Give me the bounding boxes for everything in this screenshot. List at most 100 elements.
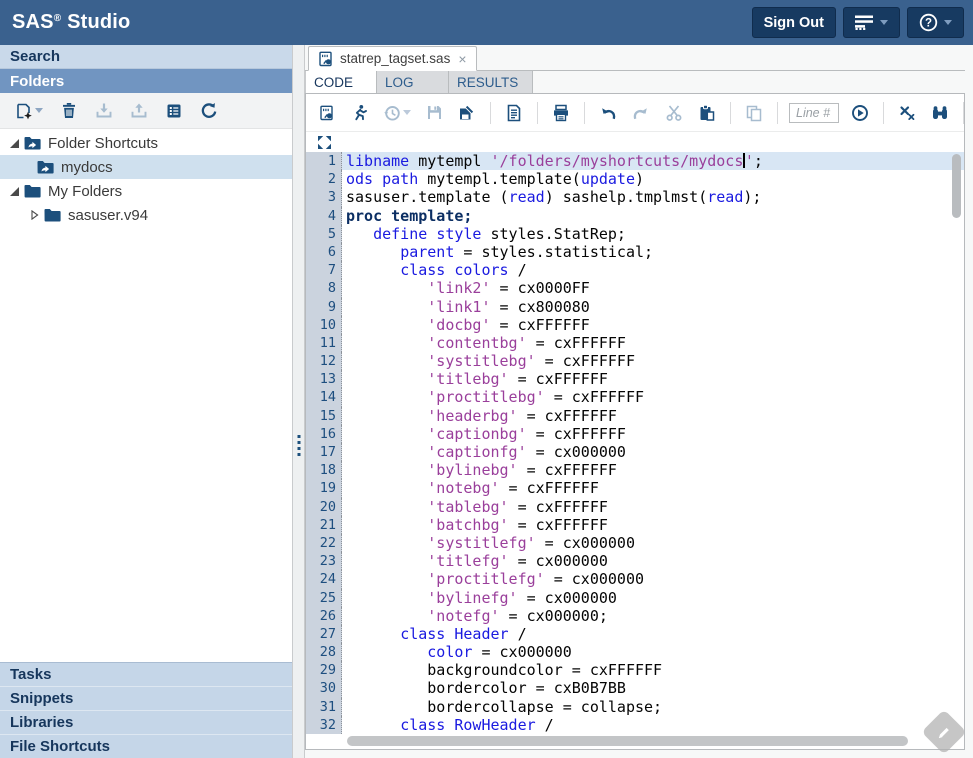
tab-log[interactable]: LOG	[377, 71, 449, 93]
properties-button[interactable]	[162, 100, 186, 122]
sas-program-button[interactable]	[316, 103, 338, 123]
code-line[interactable]: 21 'batchbg' = cxFFFFFF	[306, 516, 964, 534]
maximize-view-button[interactable]	[315, 134, 334, 151]
save-as-button[interactable]	[455, 102, 479, 124]
code-line[interactable]: 20 'tablebg' = cxFFFFFF	[306, 498, 964, 516]
copy-button[interactable]	[742, 102, 766, 124]
toolbar-separator	[537, 102, 538, 124]
tree-item-mydocs[interactable]: mydocs	[0, 155, 292, 179]
upload-button[interactable]	[127, 100, 151, 122]
code-line[interactable]: 30 bordercolor = cxB0B7BB	[306, 679, 964, 697]
code-line[interactable]: 14 'proctitlebg' = cxFFFFFF	[306, 388, 964, 406]
line-number: 31	[306, 698, 342, 716]
more-options-button[interactable]	[843, 7, 900, 38]
paste-icon	[698, 104, 716, 122]
code-line[interactable]: 10 'docbg' = cxFFFFFF	[306, 316, 964, 334]
code-editor[interactable]: 1libname mytempl '/folders/myshortcuts/m…	[306, 152, 964, 734]
code-line[interactable]: 1libname mytempl '/folders/myshortcuts/m…	[306, 152, 964, 170]
save-button[interactable]	[423, 102, 446, 123]
tab-results[interactable]: RESULTS	[449, 71, 533, 93]
download-button[interactable]	[92, 100, 116, 122]
code-line[interactable]: 8 'link2' = cx0000FF	[306, 279, 964, 297]
code-line[interactable]: 27 class Header /	[306, 625, 964, 643]
document-tabstrip: statrep_tagset.sas ×	[305, 45, 965, 71]
code-line[interactable]: 32 class RowHeader /	[306, 716, 964, 734]
print-button[interactable]	[549, 102, 573, 124]
code-line[interactable]: 16 'captionbg' = cxFFFFFF	[306, 425, 964, 443]
close-tab-icon[interactable]: ×	[458, 52, 466, 66]
document-tab[interactable]: statrep_tagset.sas ×	[308, 46, 477, 71]
panel-snippets[interactable]: Snippets	[0, 686, 292, 710]
horizontal-scrollbar-thumb[interactable]	[347, 736, 908, 746]
redo-button[interactable]	[629, 102, 653, 124]
paste-button[interactable]	[695, 102, 719, 124]
code-line[interactable]: 11 'contentbg' = cxFFFFFF	[306, 334, 964, 352]
folders-tree: Folder ShortcutsmydocsMy Folderssasuser.…	[0, 129, 292, 662]
undo-button[interactable]	[596, 102, 620, 124]
tree-item-sasuser-v94[interactable]: sasuser.v94	[0, 203, 292, 227]
code-line[interactable]: 22 'systitlefg' = cx000000	[306, 534, 964, 552]
tree-expanded-icon[interactable]	[8, 187, 21, 196]
code-line[interactable]: 2ods path mytempl.template(update)	[306, 170, 964, 188]
code-line[interactable]: 3sasuser.template (read) sashelp.tmplmst…	[306, 188, 964, 206]
refresh-button[interactable]	[197, 100, 221, 122]
history-button[interactable]	[380, 102, 414, 124]
code-line[interactable]: 4proc template;	[306, 207, 964, 225]
section-header-folders[interactable]: Folders	[0, 69, 292, 93]
clear-code-button[interactable]	[895, 102, 919, 124]
code-line-text: 'titlebg' = cxFFFFFF	[342, 370, 964, 388]
upload-icon	[130, 102, 148, 120]
section-header-search[interactable]: Search	[0, 45, 292, 69]
code-line[interactable]: 29 backgroundcolor = cxFFFFFF	[306, 661, 964, 679]
splitter-handle-icon[interactable]	[297, 435, 300, 456]
code-line[interactable]: 6 parent = styles.statistical;	[306, 243, 964, 261]
line-number-input[interactable]	[789, 103, 839, 123]
code-line[interactable]: 24 'proctitlefg' = cx000000	[306, 570, 964, 588]
folder-icon	[24, 184, 41, 198]
tab-code[interactable]: CODE	[305, 71, 377, 93]
line-number: 6	[306, 243, 342, 261]
cut-button[interactable]	[662, 102, 686, 124]
code-line[interactable]: 12 'systitlebg' = cxFFFFFF	[306, 352, 964, 370]
find-replace-button[interactable]	[928, 102, 952, 124]
delete-button[interactable]	[57, 100, 81, 122]
horizontal-scrollbar	[306, 734, 964, 749]
top-bar: SAS® Studio Sign Out ?	[0, 0, 973, 45]
tree-collapsed-icon[interactable]	[28, 210, 41, 220]
help-menu-button[interactable]: ?	[907, 7, 964, 38]
goto-line-button[interactable]	[848, 102, 872, 124]
panel-file-shortcuts[interactable]: File Shortcuts	[0, 734, 292, 758]
code-line[interactable]: 5 define style styles.StatRep;	[306, 225, 964, 243]
panel-tasks[interactable]: Tasks	[0, 662, 292, 686]
code-line[interactable]: 25 'bylinefg' = cx000000	[306, 589, 964, 607]
line-number: 4	[306, 207, 342, 225]
code-line[interactable]: 26 'notefg' = cx000000;	[306, 607, 964, 625]
tree-item-folder-shortcuts[interactable]: Folder Shortcuts	[0, 131, 292, 155]
code-line-text: backgroundcolor = cxFFFFFF	[342, 661, 964, 679]
code-line-text: define style styles.StatRep;	[342, 225, 964, 243]
code-line[interactable]: 9 'link1' = cx800080	[306, 298, 964, 316]
new-item-button[interactable]	[12, 100, 46, 122]
code-line[interactable]: 13 'titlebg' = cxFFFFFF	[306, 370, 964, 388]
run-icon	[350, 104, 368, 122]
code-line[interactable]: 18 'bylinebg' = cxFFFFFF	[306, 461, 964, 479]
sign-out-button[interactable]: Sign Out	[752, 7, 836, 38]
line-number: 11	[306, 334, 342, 352]
document-lines-button[interactable]	[502, 102, 526, 124]
tree-item-my-folders[interactable]: My Folders	[0, 179, 292, 203]
code-line[interactable]: 31 bordercollapse = collapse;	[306, 698, 964, 716]
panel-libraries[interactable]: Libraries	[0, 710, 292, 734]
run-button[interactable]	[347, 102, 371, 124]
tree-expanded-icon[interactable]	[8, 139, 21, 148]
code-line[interactable]: 17 'captionfg' = cx000000	[306, 443, 964, 461]
line-number: 2	[306, 170, 342, 188]
code-line[interactable]: 28 color = cx000000	[306, 643, 964, 661]
code-line[interactable]: 7 class colors /	[306, 261, 964, 279]
code-line[interactable]: 19 'notebg' = cxFFFFFF	[306, 479, 964, 497]
vertical-scrollbar-thumb[interactable]	[952, 154, 961, 218]
code-line[interactable]: 15 'headerbg' = cxFFFFFF	[306, 407, 964, 425]
line-number: 19	[306, 479, 342, 497]
line-number: 25	[306, 589, 342, 607]
code-line[interactable]: 23 'titlefg' = cx000000	[306, 552, 964, 570]
sidebar-splitter[interactable]	[292, 45, 305, 758]
